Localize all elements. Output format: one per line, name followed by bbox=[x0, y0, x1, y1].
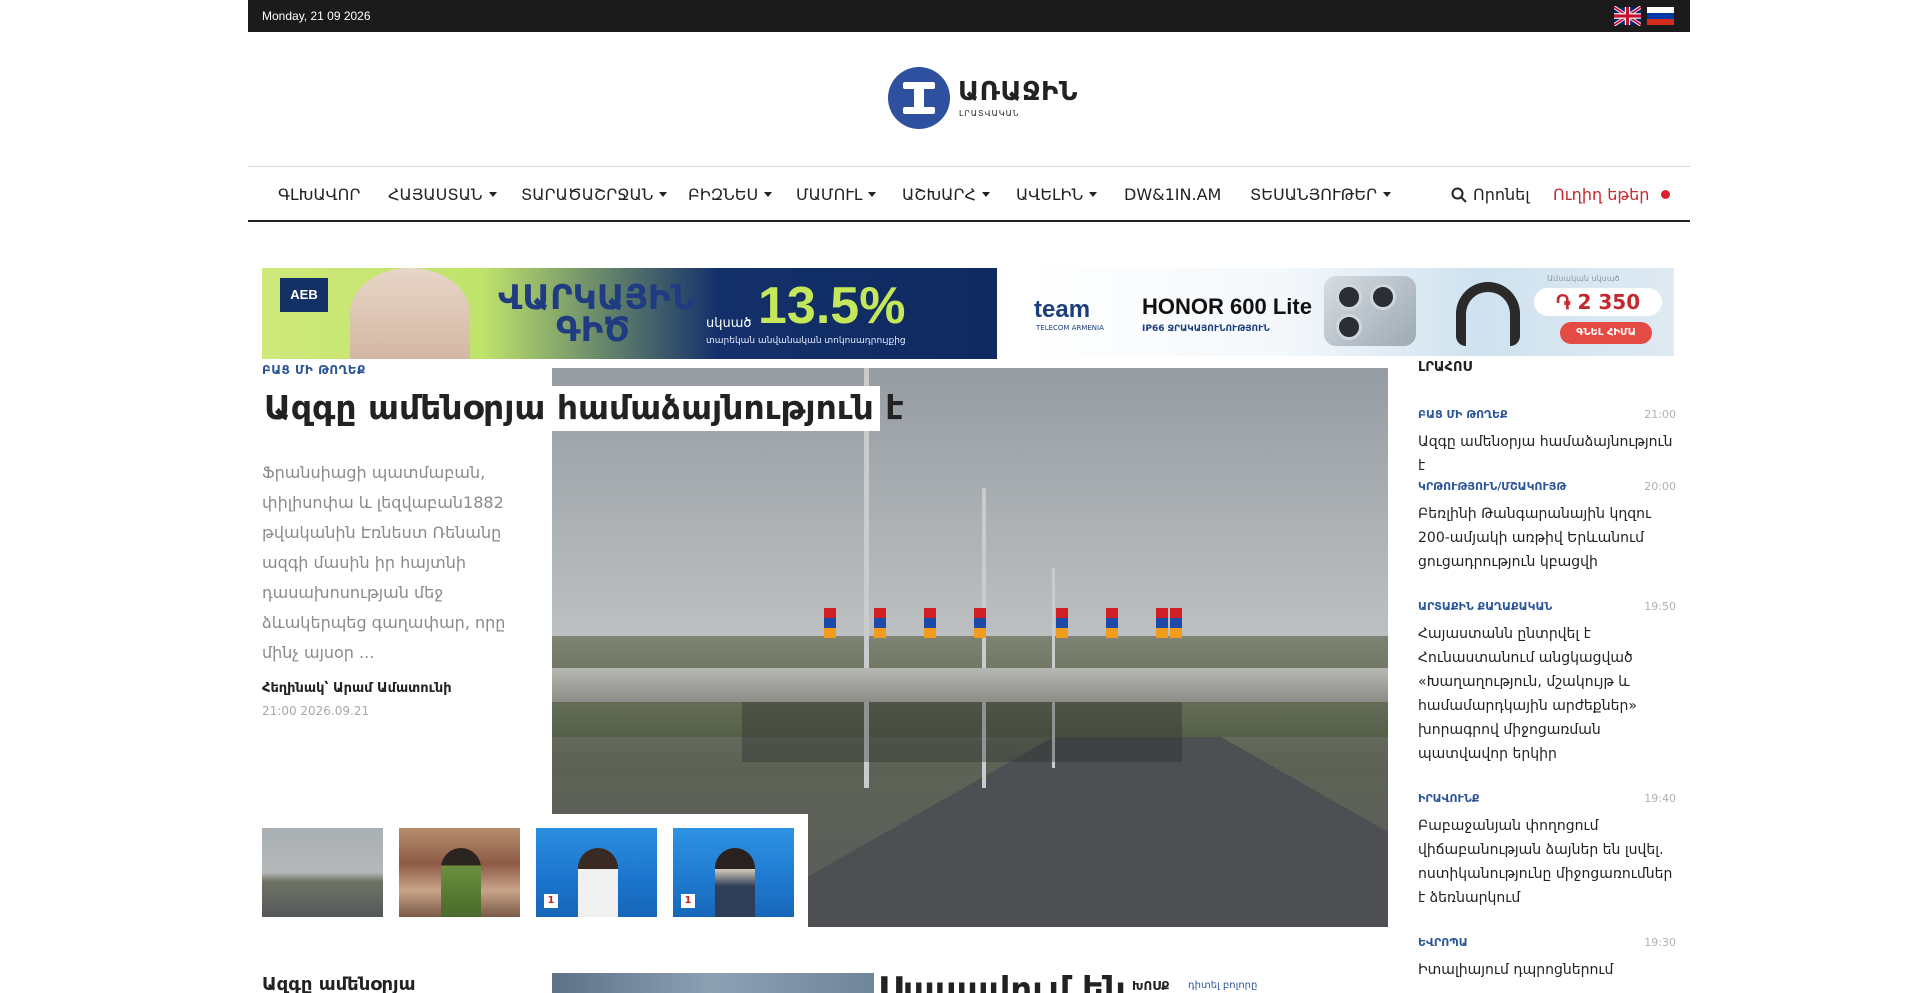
chevron-down-icon bbox=[488, 192, 497, 197]
thumbnail-strip: 1 1 bbox=[252, 814, 808, 927]
chevron-down-icon bbox=[659, 192, 668, 197]
search-label: Որոնել bbox=[1473, 185, 1530, 204]
ad-product-name: HONOR 600 Lite bbox=[1142, 294, 1312, 319]
news-category[interactable]: ԿՐԹՈՒԹՅՈՒՆ/ՄՇԱԿՈՒՅԹ bbox=[1418, 480, 1566, 493]
view-all-link[interactable]: դիտել բոլորը bbox=[1188, 980, 1257, 991]
news-title[interactable]: Ազգը ամենօրյա համաձայնություն է bbox=[1418, 430, 1676, 478]
nav-item-dw[interactable]: DW&1IN.AM bbox=[1124, 185, 1221, 204]
news-category[interactable]: ԻՐԱՎՈՒՆՔ bbox=[1418, 792, 1479, 805]
news-time: 19:30 bbox=[1644, 936, 1676, 949]
uk-flag-icon[interactable] bbox=[1614, 6, 1641, 26]
ad-title: ՎԱՐԿԱՅԻՆ ԳԻԾ bbox=[498, 278, 695, 350]
opinion-section-title: ԽՈՍՔ bbox=[1132, 979, 1170, 993]
live-button[interactable]: Ուղիղ եթեր bbox=[1553, 185, 1671, 204]
bottom-article-image[interactable] bbox=[552, 973, 874, 993]
news-title[interactable]: Բեռլինի Թանգարանային կղզու 200-ամյակի առ… bbox=[1418, 502, 1676, 574]
search-icon bbox=[1451, 187, 1467, 203]
hero-title[interactable]: Ազգը ամենօրյա համաձայնություն է bbox=[264, 388, 904, 427]
thumbnail-3[interactable]: 1 bbox=[536, 828, 657, 917]
thumbnail-2[interactable] bbox=[399, 828, 520, 917]
bottom-headline[interactable]: Սասավում են bbox=[878, 970, 1126, 993]
ad-telecom-sub: TELECOM ARMENIA bbox=[1036, 324, 1104, 332]
ad-rate: 13.5% bbox=[758, 277, 906, 335]
chevron-down-icon bbox=[1089, 192, 1098, 197]
nav-item-business[interactable]: ԲԻԶՆԵՍ bbox=[688, 185, 773, 204]
ad-banner-loan[interactable]: AEB ՎԱՐԿԱՅԻՆ ԳԻԾ սկսած 13.5% տարեկան անվ… bbox=[262, 268, 997, 359]
news-time: 20:00 bbox=[1644, 480, 1676, 493]
ad-price: ֏ 2 350 bbox=[1534, 288, 1662, 316]
ad-prefix: սկսած bbox=[706, 316, 752, 331]
chevron-down-icon bbox=[868, 192, 877, 197]
search-button[interactable]: Որոնել bbox=[1451, 185, 1530, 204]
nav-item-world[interactable]: ԱՇԽԱՐՀ bbox=[902, 185, 990, 204]
ru-flag-icon[interactable] bbox=[1647, 6, 1674, 26]
ad-product-sub: IP66 ՋՐԱԿԱՅՈՒՆՈՒԹՅՈՒՆ bbox=[1142, 324, 1270, 334]
ad-price-caption: Ամսական սկսած bbox=[1547, 274, 1620, 283]
news-time: 19:50 bbox=[1644, 600, 1676, 613]
hero-author[interactable]: Հեղինակ՝ Արամ Ամատունի bbox=[262, 681, 452, 696]
nav-item-press[interactable]: ՄԱՄՈՒԼ bbox=[796, 185, 877, 204]
headphones-image bbox=[1456, 282, 1520, 346]
phone-image bbox=[1324, 276, 1416, 346]
logo-mark-icon bbox=[888, 67, 950, 129]
news-time: 19:40 bbox=[1644, 792, 1676, 805]
nav-item-armenia[interactable]: ՀԱՅԱՍՏԱՆ bbox=[388, 185, 497, 204]
news-time: 21:00 bbox=[1644, 408, 1676, 421]
nav-item-videos[interactable]: ՏԵՍԱՆՅՈՒԹԵՐ bbox=[1250, 185, 1392, 204]
thumbnail-4[interactable]: 1 bbox=[673, 828, 794, 917]
bottom-article-title[interactable]: Ազգը ամենօրյա bbox=[262, 974, 415, 993]
hero-time: 21:00 2026.09.21 bbox=[262, 704, 370, 718]
news-title[interactable]: Հայաստանն ընտրվել է Հունաստանում անցկացվ… bbox=[1418, 622, 1676, 766]
ad-banner-phone[interactable]: team TELECOM ARMENIA HONOR 600 Lite IP66… bbox=[1024, 268, 1674, 356]
news-category[interactable]: ԵՎՐՈՊԱ bbox=[1418, 936, 1468, 949]
chevron-down-icon bbox=[981, 192, 990, 197]
nav-item-more[interactable]: ԱՎԵԼԻՆ bbox=[1016, 185, 1098, 204]
buy-now-button[interactable]: ԳՆԵԼ ՀԻՄԱ bbox=[1560, 322, 1652, 344]
chevron-down-icon bbox=[764, 192, 773, 197]
logo-subtitle: ԼՐԱՏՎԱԿԱՆ bbox=[959, 109, 1020, 118]
ad-brand-logo: AEB bbox=[280, 278, 328, 312]
top-bar: Monday, 21 09 2026 bbox=[248, 0, 1690, 32]
nav-item-main[interactable]: ԳԼԽԱՎՈՐ bbox=[278, 185, 360, 204]
live-label: Ուղիղ եթեր bbox=[1553, 185, 1650, 204]
news-category[interactable]: ԲԱՑ ՄԻ ԹՈՂԵՔ bbox=[1418, 408, 1508, 421]
ad-note: տարեկան անվանական տոկոսադրույքից bbox=[706, 336, 906, 346]
nav-item-region[interactable]: ՏԱՐԱԾԱՇՐՋԱՆ bbox=[521, 185, 668, 204]
thumbnail-1[interactable] bbox=[262, 828, 383, 917]
ad-person-image bbox=[350, 268, 470, 359]
hero-lead: Ֆրանսիացի պատմաբան, փիլիսոփա և լեզվաբան1… bbox=[262, 463, 506, 662]
site-logo[interactable]: ԱՌԱՋԻՆ ԼՐԱՏՎԱԿԱՆ bbox=[888, 65, 1077, 131]
current-date: Monday, 21 09 2026 bbox=[262, 9, 371, 23]
news-category[interactable]: ԱՐՏԱՔԻՆ ՔԱՂԱՔԱԿԱՆ bbox=[1418, 600, 1552, 613]
logo-name: ԱՌԱՋԻՆ bbox=[958, 77, 1078, 107]
main-nav: ԳԼԽԱՎՈՐ ՀԱՅԱՍՏԱՆ ՏԱՐԱԾԱՇՐՋԱՆ ԲԻԶՆԵՍ ՄԱՄՈ… bbox=[248, 166, 1690, 222]
live-dot-icon bbox=[1661, 190, 1671, 199]
ad-telecom-logo: team bbox=[1034, 296, 1091, 323]
newsfeed-title: ԼՐԱՀՈՍ bbox=[1418, 360, 1472, 375]
hero-category[interactable]: ԲԱՑ ՄԻ ԹՈՂԵՔ bbox=[262, 363, 366, 377]
news-title[interactable]: Իտալիայում դպրոցներում bbox=[1418, 958, 1676, 982]
chevron-down-icon bbox=[1383, 192, 1392, 197]
news-title[interactable]: Բաբաջանյան փողոցում վիճաբանության ձայներ… bbox=[1418, 814, 1676, 910]
